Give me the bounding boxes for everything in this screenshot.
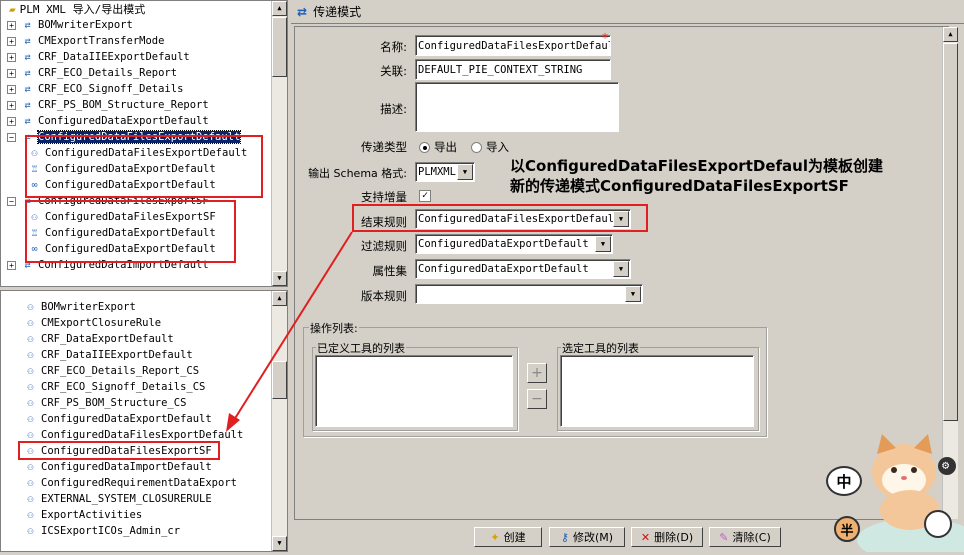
- gear-icon[interactable]: ⚙: [942, 458, 949, 472]
- half-width-badge[interactable]: 半: [834, 516, 860, 542]
- annotation-arrow: [226, 231, 353, 432]
- mascot-overlay: 中 半 ⚙: [822, 432, 964, 555]
- input-mode-badge[interactable]: 中: [826, 466, 862, 496]
